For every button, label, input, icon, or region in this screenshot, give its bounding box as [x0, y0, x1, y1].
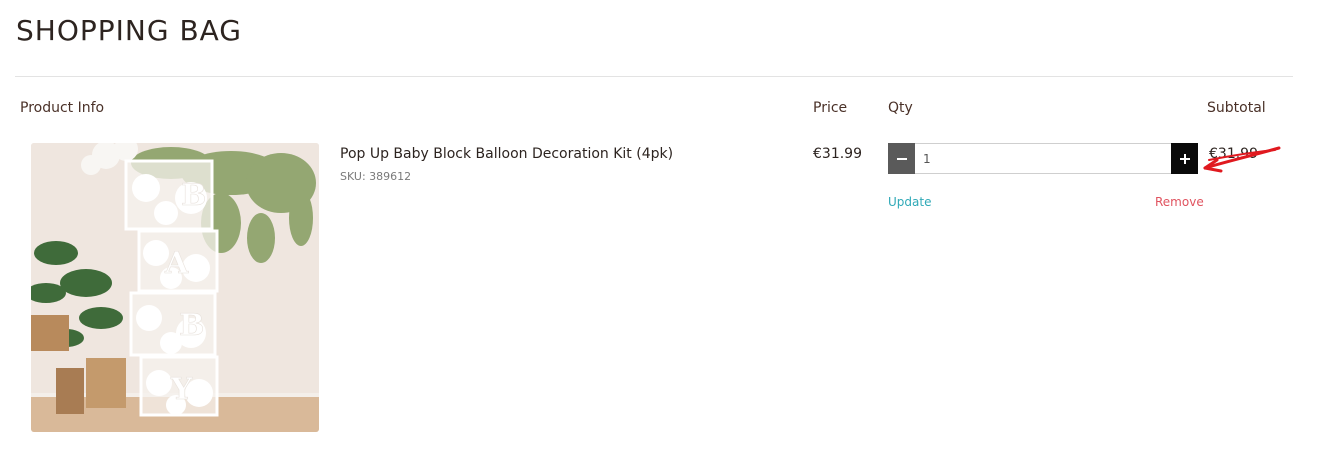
- quantity-input[interactable]: [915, 144, 1171, 173]
- qty-increase-button[interactable]: [1171, 143, 1198, 174]
- product-sku: SKU: 389612: [340, 170, 412, 183]
- block-letter-y: Y: [170, 372, 193, 407]
- product-image[interactable]: B A B Y: [31, 143, 319, 432]
- page-title: SHOPPING BAG: [16, 14, 243, 47]
- header-product-info: Product Info: [20, 100, 105, 116]
- header-subtotal: Subtotal: [1207, 100, 1266, 116]
- item-subtotal: €31.99: [1209, 146, 1258, 162]
- shopping-bag-page: SHOPPING BAG Product Info Price Qty Subt…: [0, 0, 1338, 467]
- item-price: €31.99: [813, 146, 862, 162]
- product-name-link[interactable]: Pop Up Baby Block Balloon Decoration Kit…: [340, 146, 673, 162]
- header-divider: [15, 76, 1293, 77]
- product-photo: B A B Y: [31, 143, 319, 432]
- block-letter-b2: B: [179, 308, 204, 343]
- quantity-stepper: [888, 143, 1198, 174]
- qty-decrease-button[interactable]: [888, 143, 915, 174]
- remove-link[interactable]: Remove: [1155, 195, 1204, 209]
- header-qty: Qty: [888, 100, 913, 116]
- block-letter-b1: B: [181, 178, 206, 213]
- minus-icon: [896, 157, 907, 160]
- header-price: Price: [813, 100, 848, 116]
- update-link[interactable]: Update: [888, 195, 931, 209]
- plus-icon: [1179, 153, 1190, 164]
- block-letter-a: A: [164, 246, 189, 281]
